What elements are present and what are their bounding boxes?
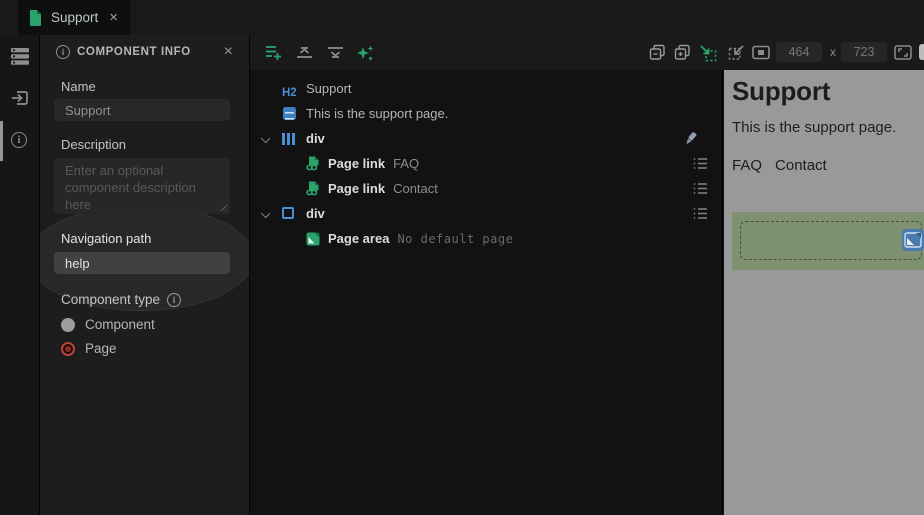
- info-icon: i: [56, 45, 70, 59]
- tree-row-label: Support: [306, 81, 352, 96]
- pages-panel-icon[interactable]: [11, 48, 29, 66]
- tree-row-label: div: [306, 131, 325, 146]
- page-area-badge-icon: [902, 229, 924, 251]
- preview-heading: Support: [732, 76, 831, 106]
- square-icon: [282, 207, 294, 219]
- styles-brush-icon[interactable]: [683, 131, 699, 145]
- preview-paragraph: This is the support page.: [732, 119, 897, 136]
- page-area-dropzone[interactable]: [740, 221, 922, 260]
- fit-screen-icon[interactable]: [894, 44, 912, 62]
- preview-nav-links: FAQ Contact: [732, 157, 827, 174]
- tree-row-paragraph[interactable]: This is the support page.: [250, 101, 722, 126]
- tree-row-label: div: [306, 206, 325, 221]
- left-icon-rail: i: [0, 35, 40, 515]
- dock-preview-icon[interactable]: [728, 44, 746, 62]
- expand-all-icon[interactable]: [674, 44, 692, 62]
- chevron-down-icon[interactable]: [260, 208, 271, 219]
- name-input[interactable]: [54, 99, 230, 121]
- page-area-icon: [306, 232, 320, 246]
- tree-row-page-area[interactable]: Page area No default page: [250, 226, 722, 251]
- preview-page-area[interactable]: [732, 212, 924, 270]
- tree-row-label: Page area: [328, 231, 390, 246]
- tree-row-value: No default page: [397, 231, 514, 246]
- viewport-height-input[interactable]: [841, 42, 887, 62]
- info-icon: i: [11, 132, 27, 148]
- active-panel-indicator: [0, 121, 3, 161]
- description-field-wrap: [54, 158, 230, 214]
- file-icon: [29, 9, 42, 26]
- radio-option-component[interactable]: Component: [61, 317, 155, 332]
- navigation-path-label: Navigation path: [61, 231, 152, 246]
- radio-label: Component: [85, 317, 155, 332]
- viewport-width-input[interactable]: [776, 42, 822, 62]
- row-menu-icon[interactable]: [693, 182, 709, 196]
- tree-row-label: This is the support page.: [306, 106, 449, 121]
- tree-row-label: Page link: [328, 156, 386, 171]
- row-menu-icon[interactable]: [693, 207, 709, 221]
- columns-icon: [282, 133, 295, 145]
- editor-toolbar: x: [250, 35, 924, 70]
- tab-support[interactable]: Support ×: [18, 0, 130, 35]
- name-label: Name: [61, 79, 96, 94]
- tree-row-label: Page link: [328, 181, 386, 196]
- panel-close-icon[interactable]: ×: [224, 43, 233, 61]
- page-link-icon: [306, 181, 320, 196]
- tree-row-div-area[interactable]: div: [250, 201, 722, 226]
- app-structure-tree: H2 Support This is the support page. div: [250, 70, 723, 515]
- tree-row-page-link-contact[interactable]: Page link Contact: [250, 176, 722, 201]
- page-preview: Support This is the support page. FAQ Co…: [724, 70, 924, 515]
- device-screen-icon[interactable]: [752, 44, 770, 62]
- preview-link-faq[interactable]: FAQ: [732, 157, 762, 174]
- collapse-to-selection-icon[interactable]: [699, 44, 717, 62]
- tree-row-value: FAQ: [393, 156, 420, 171]
- component-type-info-icon[interactable]: i: [167, 292, 182, 307]
- radio-unselected[interactable]: [61, 317, 75, 332]
- tree-row-h2[interactable]: H2 Support: [250, 76, 722, 101]
- clipped-toolbar-icon[interactable]: [919, 44, 924, 60]
- tree-row-div-links[interactable]: div: [250, 126, 722, 151]
- preview-link-contact[interactable]: Contact: [775, 157, 827, 174]
- tab-close-icon[interactable]: ×: [109, 10, 118, 25]
- component-info-header: i COMPONENT INFO ×: [40, 35, 249, 67]
- paragraph-icon: [283, 107, 296, 120]
- collapse-all-icon[interactable]: [649, 44, 667, 62]
- description-label: Description: [61, 137, 127, 152]
- h2-icon: H2: [282, 87, 297, 99]
- add-element-icon[interactable]: [265, 44, 283, 62]
- tree-row-value: Contact: [393, 181, 438, 196]
- move-up-icon[interactable]: [296, 44, 314, 62]
- ai-sparkles-icon[interactable]: [356, 44, 374, 62]
- component-type-label: Component type: [61, 292, 161, 307]
- chevron-down-icon[interactable]: [260, 133, 271, 144]
- page-link-icon: [306, 156, 320, 171]
- tab-bar: Support ×: [0, 0, 924, 35]
- row-menu-icon[interactable]: [693, 157, 709, 171]
- component-info-panel-icon[interactable]: i: [11, 132, 29, 150]
- component-info-panel: i COMPONENT INFO × Name Description Navi…: [40, 35, 250, 515]
- navigation-path-input[interactable]: [54, 252, 230, 274]
- panel-title: COMPONENT INFO: [77, 46, 191, 58]
- move-down-icon[interactable]: [327, 44, 345, 62]
- radio-label: Page: [85, 341, 117, 356]
- dimension-separator: x: [830, 45, 836, 59]
- component-type-row: Component type i: [61, 292, 182, 307]
- radio-option-page[interactable]: Page: [61, 341, 117, 356]
- insert-panel-icon[interactable]: [11, 89, 29, 107]
- tab-title: Support: [51, 10, 99, 25]
- description-textarea[interactable]: [54, 158, 230, 214]
- radio-selected[interactable]: [61, 341, 75, 356]
- tree-row-page-link-faq[interactable]: Page link FAQ: [250, 151, 722, 176]
